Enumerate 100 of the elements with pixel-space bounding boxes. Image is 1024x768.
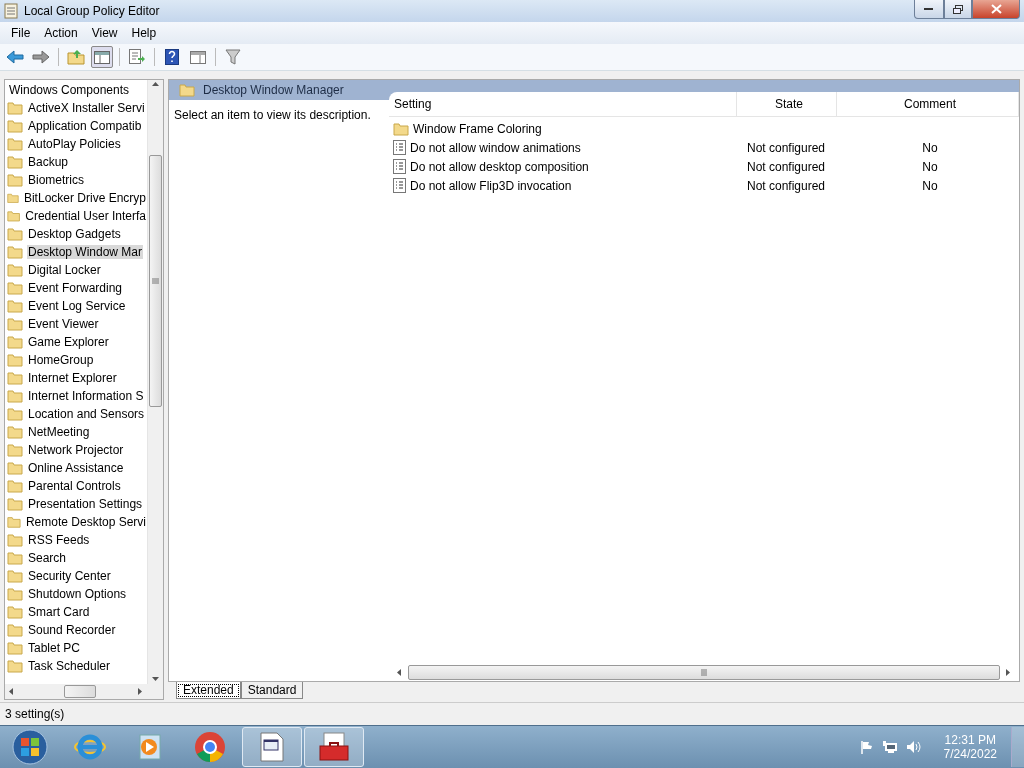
scroll-up-icon[interactable] <box>151 80 160 89</box>
table-cell: Not configured <box>747 140 826 155</box>
restore-button[interactable] <box>944 0 972 19</box>
folder-icon <box>7 281 23 295</box>
minimize-button[interactable] <box>914 0 944 19</box>
policy-icon <box>393 159 406 174</box>
folder-icon <box>7 641 23 655</box>
folder-icon <box>7 137 23 151</box>
tree-item[interactable]: Remote Desktop Servi <box>24 515 147 529</box>
folder-icon <box>7 245 23 259</box>
scroll-left-icon[interactable] <box>395 668 404 677</box>
tree-item[interactable]: Internet Information S <box>27 389 145 403</box>
view-tab[interactable]: Standard <box>240 682 304 699</box>
table-cell: Not configured <box>747 178 826 193</box>
folder-icon <box>393 121 409 136</box>
folder-icon <box>7 587 23 601</box>
tree-item[interactable]: AutoPlay Policies <box>27 137 122 151</box>
setting-name[interactable]: Do not allow Flip3D invocation <box>410 178 572 193</box>
folder-icon <box>179 83 195 97</box>
folder-icon <box>7 497 23 511</box>
folder-icon <box>7 389 23 403</box>
tree-item[interactable]: Desktop Window Mar <box>27 245 144 259</box>
pane-title: Desktop Window Manager <box>203 83 344 97</box>
tree-item[interactable]: Search <box>27 551 68 565</box>
scroll-thumb[interactable] <box>64 685 96 698</box>
tree-item[interactable]: Tablet PC <box>27 641 82 655</box>
menu-item[interactable]: Help <box>124 26 164 40</box>
scroll-right-icon[interactable] <box>1004 668 1013 677</box>
folder-icon <box>7 533 23 547</box>
description-text: Select an item to view its description. <box>174 108 371 122</box>
column-header[interactable]: State <box>737 92 837 116</box>
scroll-left-icon[interactable] <box>7 687 16 696</box>
setting-name[interactable]: Window Frame Coloring <box>413 121 542 136</box>
folder-icon <box>7 623 23 637</box>
column-header[interactable]: Comment <box>837 92 1019 116</box>
tree-item[interactable]: Windows Components <box>8 83 131 97</box>
tree-item[interactable]: RSS Feeds <box>27 533 91 547</box>
tree-item[interactable]: Game Explorer <box>27 335 110 349</box>
restore-icon <box>953 4 963 14</box>
scroll-right-icon[interactable] <box>136 687 145 696</box>
tree-item[interactable]: Biometrics <box>27 173 85 187</box>
network-icon[interactable] <box>881 740 898 754</box>
folder-icon <box>7 371 23 385</box>
tree-item[interactable]: Task Scheduler <box>27 659 112 673</box>
tree-item[interactable]: NetMeeting <box>27 425 91 439</box>
close-icon <box>990 4 1002 14</box>
status-text: 3 setting(s) <box>5 707 65 721</box>
folder-icon <box>7 443 23 457</box>
menu-item[interactable]: File <box>4 26 38 40</box>
filter-icon[interactable] <box>222 46 244 68</box>
tree-item[interactable]: Sound Recorder <box>27 623 117 637</box>
table-cell: No <box>922 140 938 155</box>
tree-item[interactable]: Shutdown Options <box>27 587 128 601</box>
scroll-thumb[interactable] <box>149 155 162 407</box>
tree-item[interactable]: Network Projector <box>27 443 125 457</box>
document-icon[interactable] <box>242 727 302 767</box>
column-header[interactable]: Setting <box>389 92 737 116</box>
tree-item[interactable]: Backup <box>27 155 70 169</box>
folder-icon <box>7 353 23 367</box>
flag-icon[interactable] <box>859 740 874 754</box>
menu-item[interactable]: Action <box>37 26 85 40</box>
volume-icon[interactable] <box>905 740 922 754</box>
tree-item[interactable]: Event Log Service <box>27 299 127 313</box>
setting-name[interactable]: Do not allow desktop composition <box>410 159 589 174</box>
folder-icon <box>7 191 19 205</box>
tree-item[interactable]: Presentation Settings <box>27 497 144 511</box>
policy-icon <box>393 140 406 155</box>
folder-icon <box>7 659 23 673</box>
tree-item[interactable]: Event Forwarding <box>27 281 124 295</box>
tree-item[interactable]: Internet Explorer <box>27 371 118 385</box>
tree-item[interactable]: Credential User Interfa <box>24 209 147 223</box>
tree-item[interactable]: BitLocker Drive Encryp <box>22 191 147 205</box>
folder-icon <box>7 317 23 331</box>
folder-icon <box>7 227 23 241</box>
tree-item[interactable]: Desktop Gadgets <box>27 227 122 241</box>
tree-item[interactable]: Location and Sensors <box>27 407 146 421</box>
window-title: Local Group Policy Editor <box>24 4 161 18</box>
toolbox-icon[interactable] <box>304 727 364 767</box>
tree-item[interactable]: Digital Locker <box>27 263 102 277</box>
setting-name[interactable]: Do not allow window animations <box>410 140 581 155</box>
tree-item[interactable]: Parental Controls <box>27 479 122 493</box>
table-cell: No <box>922 159 938 174</box>
tree-item[interactable]: ActiveX Installer Servi <box>27 101 146 115</box>
folder-icon <box>7 461 23 475</box>
tree-item[interactable]: HomeGroup <box>27 353 95 367</box>
menu-item[interactable]: View <box>84 26 125 40</box>
tree-item[interactable]: Online Assistance <box>27 461 125 475</box>
folder-icon <box>7 407 23 421</box>
close-button[interactable] <box>972 0 1020 19</box>
app-icon <box>4 3 18 19</box>
tree-toggle-button[interactable] <box>91 46 113 68</box>
tree-item[interactable]: Application Compatib <box>27 119 143 133</box>
tree-item[interactable]: Event Viewer <box>27 317 100 331</box>
view-tab[interactable]: Extended <box>176 682 241 699</box>
tree-item[interactable]: Security Center <box>27 569 112 583</box>
folder-icon <box>7 263 23 277</box>
policy-icon <box>393 178 406 193</box>
folder-icon <box>7 605 23 619</box>
scroll-thumb[interactable] <box>408 665 1000 680</box>
tree-item[interactable]: Smart Card <box>27 605 91 619</box>
